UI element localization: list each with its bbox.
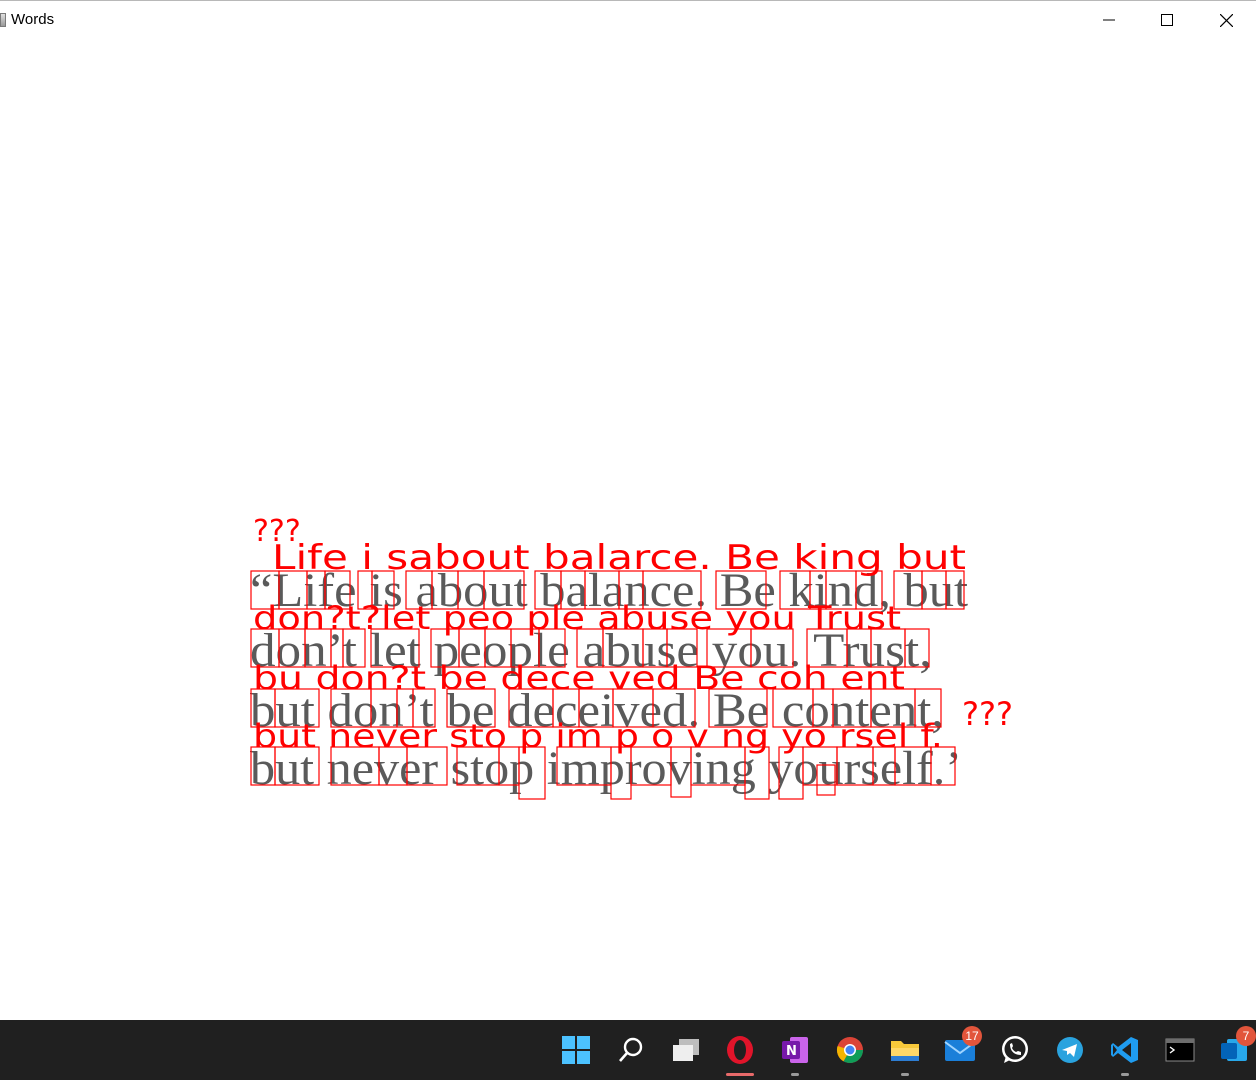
- running-indicator: [791, 1073, 799, 1076]
- terminal-button[interactable]: [1162, 1032, 1198, 1068]
- telegram-button[interactable]: [1052, 1032, 1088, 1068]
- opera-button[interactable]: [722, 1032, 758, 1076]
- ocr-overlay: ??? Life i sabout balarce. Be king but d…: [253, 514, 1013, 755]
- active-indicator: [726, 1073, 754, 1076]
- image-canvas: “Life is about balance. Be kind, but don…: [0, 39, 1256, 1021]
- app-window: Words “Life is about balance. Be kind, b…: [0, 0, 1256, 1021]
- mail-badge: 17: [962, 1026, 982, 1046]
- minimize-button[interactable]: [1080, 1, 1138, 39]
- task-view-icon: [673, 1039, 699, 1061]
- window-title: Words: [11, 11, 55, 28]
- file-explorer-icon: [891, 1041, 919, 1061]
- whatsapp-button[interactable]: [997, 1032, 1033, 1068]
- maximize-button[interactable]: [1138, 1, 1196, 39]
- outlook-button[interactable]: 7: [1216, 1026, 1256, 1068]
- title-bar[interactable]: Words: [0, 1, 1256, 39]
- ocr-line: bu don?t be dece ved Be coh ent: [253, 659, 905, 697]
- mail-button[interactable]: 17: [942, 1026, 982, 1068]
- chrome-icon: [836, 1037, 864, 1064]
- running-indicator: [901, 1073, 909, 1076]
- close-icon: [1219, 13, 1233, 27]
- vscode-button[interactable]: [1107, 1032, 1143, 1076]
- ocr-line: but never sto p im p o v ng yo rsel f.: [253, 717, 943, 755]
- svg-text:N: N: [786, 1044, 797, 1059]
- minimize-icon: [1103, 19, 1115, 21]
- app-icon: [0, 13, 6, 27]
- maximize-icon: [1161, 14, 1173, 26]
- start-icon: [562, 1036, 590, 1064]
- search-button[interactable]: [613, 1032, 649, 1068]
- start-button[interactable]: [558, 1032, 594, 1068]
- terminal-icon: [1165, 1038, 1195, 1062]
- onenote-icon: N: [782, 1037, 808, 1063]
- opera-icon: [727, 1036, 753, 1064]
- onenote-button[interactable]: N: [777, 1032, 813, 1076]
- outlook-badge: 7: [1236, 1026, 1256, 1046]
- running-indicator: [1121, 1073, 1129, 1076]
- task-view-button[interactable]: [668, 1032, 704, 1068]
- whatsapp-icon: [1002, 1036, 1028, 1063]
- search-icon: [619, 1037, 643, 1062]
- ocr-line: ???: [962, 695, 1013, 733]
- vscode-icon: [1111, 1037, 1138, 1063]
- taskbar: N 17 7: [0, 1020, 1256, 1080]
- ocr-line: don?t?let peo ple abuse you Trust: [253, 599, 901, 637]
- file-explorer-button[interactable]: [887, 1032, 923, 1076]
- chrome-button[interactable]: [832, 1032, 868, 1068]
- ocr-line: Life i sabout balarce. Be king but: [272, 538, 966, 578]
- close-button[interactable]: [1197, 1, 1255, 39]
- annotated-image: “Life is about balance. Be kind, but don…: [250, 514, 1013, 800]
- telegram-icon: [1057, 1037, 1083, 1063]
